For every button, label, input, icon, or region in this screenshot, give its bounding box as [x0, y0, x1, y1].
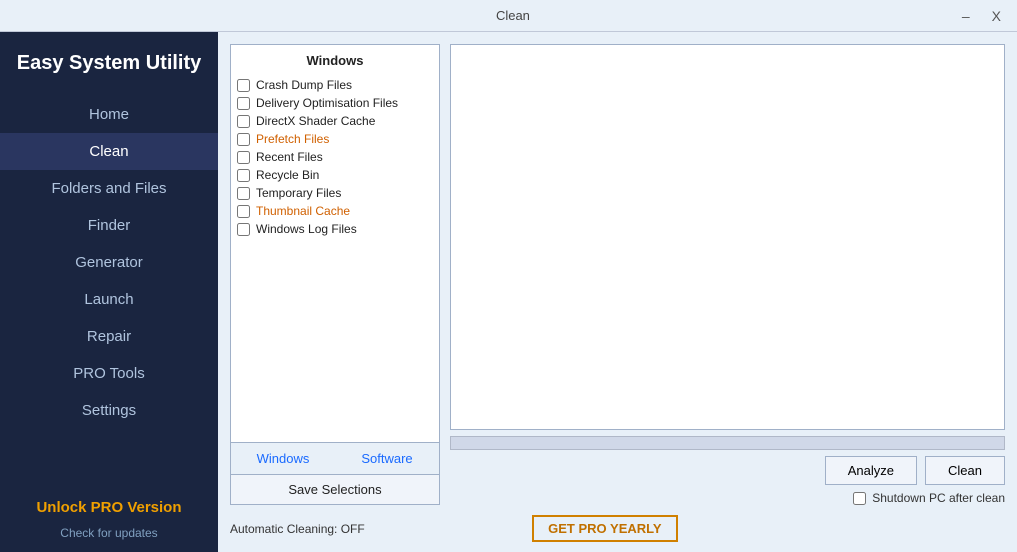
list-item[interactable]: Windows Log Files: [237, 220, 433, 238]
list-item[interactable]: Delivery Optimisation Files: [237, 94, 433, 112]
recycle-label: Recycle Bin: [256, 168, 319, 182]
temp-files-label: Temporary Files: [256, 186, 341, 200]
title-bar: Clean – X: [0, 0, 1017, 32]
checklist-header: Windows: [237, 53, 433, 68]
directx-label: DirectX Shader Cache: [256, 114, 375, 128]
directx-checkbox[interactable]: [237, 115, 250, 128]
list-item[interactable]: Recent Files: [237, 148, 433, 166]
output-box: [450, 44, 1005, 430]
analyze-button[interactable]: Analyze: [825, 456, 917, 485]
check-updates-link[interactable]: Check for updates: [60, 526, 157, 540]
windows-log-checkbox[interactable]: [237, 223, 250, 236]
sidebar-item-finder[interactable]: Finder: [0, 207, 218, 244]
prefetch-checkbox[interactable]: [237, 133, 250, 146]
list-item[interactable]: Thumbnail Cache: [237, 202, 433, 220]
sidebar-bottom: Unlock PRO Version Check for updates: [0, 493, 218, 552]
main-layout: Easy System Utility Home Clean Folders a…: [0, 32, 1017, 552]
list-item[interactable]: Recycle Bin: [237, 166, 433, 184]
sidebar-item-generator[interactable]: Generator: [0, 244, 218, 281]
shutdown-checkbox[interactable]: [853, 492, 866, 505]
auto-clean-text: Automatic Cleaning: OFF: [230, 522, 365, 536]
thumbnail-label: Thumbnail Cache: [256, 204, 350, 218]
shutdown-label: Shutdown PC after clean: [872, 491, 1005, 505]
action-row: Analyze Clean: [450, 456, 1005, 485]
list-item[interactable]: Prefetch Files: [237, 130, 433, 148]
sidebar: Easy System Utility Home Clean Folders a…: [0, 32, 218, 552]
content-panels: Windows Crash Dump Files Delivery Optimi…: [230, 44, 1005, 505]
recent-checkbox[interactable]: [237, 151, 250, 164]
delivery-opt-checkbox[interactable]: [237, 97, 250, 110]
sidebar-nav: Home Clean Folders and Files Finder Gene…: [0, 96, 218, 429]
delivery-opt-label: Delivery Optimisation Files: [256, 96, 398, 110]
sidebar-logo: Easy System Utility: [0, 32, 218, 92]
recent-label: Recent Files: [256, 150, 323, 164]
sidebar-item-pro-tools[interactable]: PRO Tools: [0, 355, 218, 392]
sidebar-item-repair[interactable]: Repair: [0, 318, 218, 355]
list-item[interactable]: DirectX Shader Cache: [237, 112, 433, 130]
unlock-pro-button[interactable]: Unlock PRO Version: [0, 493, 218, 522]
sidebar-item-home[interactable]: Home: [0, 96, 218, 133]
right-panel: Analyze Clean Shutdown PC after clean: [450, 44, 1005, 505]
crash-dump-label: Crash Dump Files: [256, 78, 352, 92]
temp-files-checkbox[interactable]: [237, 187, 250, 200]
progress-bar-container: [450, 436, 1005, 450]
windows-tab[interactable]: Windows: [231, 443, 335, 474]
software-tab[interactable]: Software: [335, 443, 439, 474]
window-title: Clean: [70, 8, 956, 23]
tabs-row: Windows Software: [230, 443, 440, 475]
list-item[interactable]: Crash Dump Files: [237, 76, 433, 94]
checklist-box: Windows Crash Dump Files Delivery Optimi…: [230, 44, 440, 443]
windows-log-label: Windows Log Files: [256, 222, 357, 236]
title-bar-controls: – X: [956, 6, 1007, 26]
get-pro-button[interactable]: GET PRO YEARLY: [532, 515, 677, 542]
left-panel: Windows Crash Dump Files Delivery Optimi…: [230, 44, 440, 505]
list-item[interactable]: Temporary Files: [237, 184, 433, 202]
app-title: Easy System Utility: [10, 50, 208, 76]
sidebar-item-folders-and-files[interactable]: Folders and Files: [0, 170, 218, 207]
thumbnail-checkbox[interactable]: [237, 205, 250, 218]
minimize-button[interactable]: –: [956, 6, 976, 26]
crash-dump-checkbox[interactable]: [237, 79, 250, 92]
recycle-checkbox[interactable]: [237, 169, 250, 182]
sidebar-item-launch[interactable]: Launch: [0, 281, 218, 318]
clean-button[interactable]: Clean: [925, 456, 1005, 485]
close-button[interactable]: X: [986, 6, 1007, 26]
sidebar-item-clean[interactable]: Clean: [0, 133, 218, 170]
save-selections-button[interactable]: Save Selections: [230, 475, 440, 505]
shutdown-row: Shutdown PC after clean: [450, 491, 1005, 505]
app-window: Clean – X Easy System Utility Home Clean…: [0, 0, 1017, 552]
prefetch-label: Prefetch Files: [256, 132, 329, 146]
content-area: Windows Crash Dump Files Delivery Optimi…: [218, 32, 1017, 552]
sidebar-item-settings[interactable]: Settings: [0, 392, 218, 429]
bottom-row: Automatic Cleaning: OFF GET PRO YEARLY: [230, 513, 1005, 544]
